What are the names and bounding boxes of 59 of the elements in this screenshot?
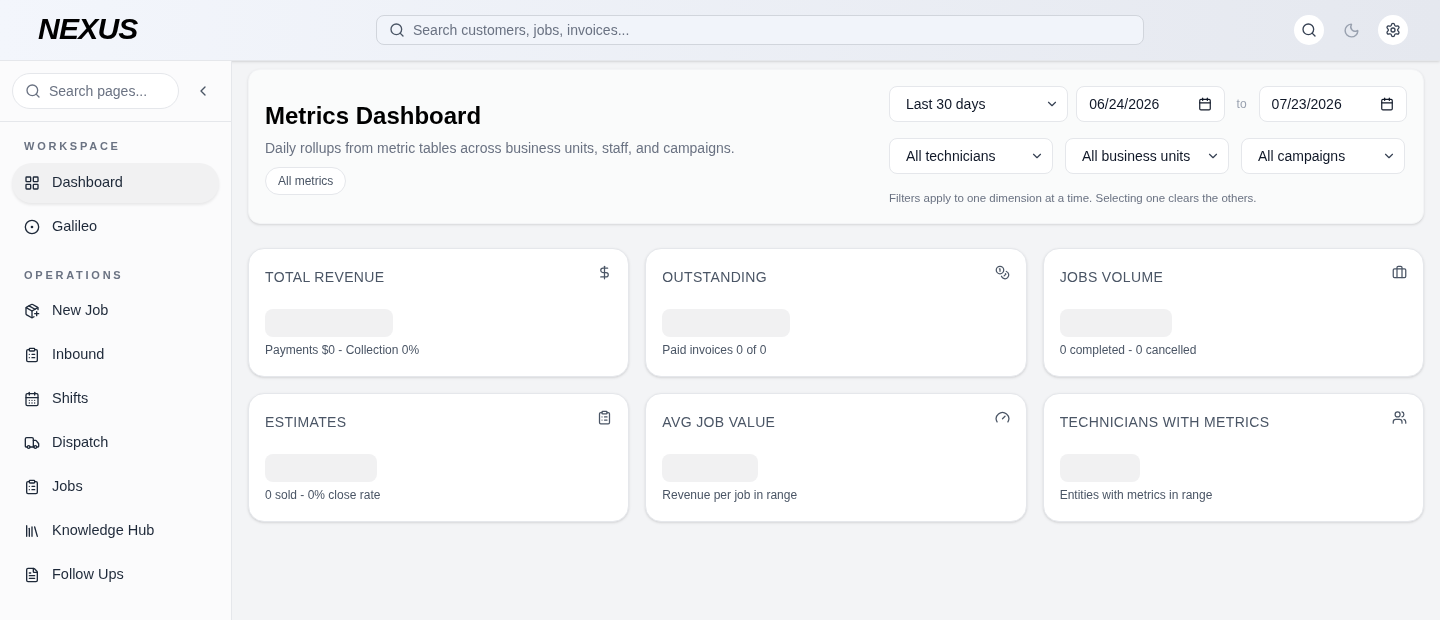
briefcase-icon bbox=[1392, 265, 1407, 281]
section-heading: WORKSPACE bbox=[23, 139, 122, 154]
sidebar-item[interactable]: Inbound bbox=[12, 335, 219, 375]
books-icon bbox=[24, 523, 40, 539]
clipboard-icon bbox=[597, 410, 613, 426]
search-button[interactable] bbox=[1294, 15, 1324, 45]
dropdown[interactable]: Last 30 days bbox=[889, 86, 1069, 122]
metric-caption: Revenue per job in range bbox=[662, 487, 799, 505]
dropdown[interactable]: All campaigns bbox=[1241, 138, 1405, 174]
section-heading: OPERATIONS bbox=[23, 267, 125, 283]
users-icon bbox=[1392, 410, 1407, 426]
moon-icon bbox=[1342, 21, 1360, 39]
search-icon bbox=[1301, 22, 1317, 38]
coins-icon bbox=[994, 265, 1010, 281]
document-icon bbox=[24, 567, 40, 583]
search-icon bbox=[389, 22, 405, 38]
filter-chip[interactable]: All metrics bbox=[265, 167, 347, 196]
settings-icon bbox=[1385, 22, 1401, 38]
sidebar-item[interactable]: Knowledge Hub bbox=[12, 511, 219, 551]
settings-button[interactable] bbox=[1378, 15, 1408, 45]
search-field[interactable]: Search customers, jobs, invoices... bbox=[376, 15, 1144, 45]
target-icon bbox=[24, 218, 40, 235]
metric-title: ESTIMATES bbox=[265, 413, 347, 433]
metric-title: AVG JOB VALUE bbox=[662, 413, 776, 433]
calendar-icon bbox=[1380, 97, 1394, 111]
metric-title: TECHNICIANS WITH METRICS bbox=[1059, 413, 1270, 433]
clipboard-icon bbox=[24, 347, 40, 363]
metric-caption: Entities with metrics in range bbox=[1059, 487, 1214, 505]
package-icon bbox=[24, 303, 40, 319]
sidebar-item[interactable]: Dashboard bbox=[12, 162, 219, 203]
date-field[interactable]: 07/23/2026 bbox=[1258, 86, 1407, 122]
sidebar-item[interactable]: New Job bbox=[12, 291, 219, 331]
date-field[interactable]: 06/24/2026 bbox=[1076, 86, 1225, 122]
grid-icon bbox=[24, 174, 40, 191]
sidebar-item[interactable]: Dispatch bbox=[12, 423, 219, 463]
metric-title: TOTAL REVENUE bbox=[265, 268, 385, 288]
dropdown[interactable]: All business units bbox=[1065, 138, 1229, 174]
page-title: Metrics Dashboard bbox=[265, 101, 483, 132]
sidebar-item[interactable]: Follow Ups bbox=[12, 555, 219, 595]
metric-caption: Paid invoices 0 of 0 bbox=[662, 342, 768, 360]
calendar-icon bbox=[1197, 97, 1212, 111]
sidebar-item[interactable]: Jobs bbox=[12, 467, 219, 507]
metric-title: OUTSTANDING bbox=[662, 268, 768, 288]
metric-caption: 0 completed - 0 cancelled bbox=[1059, 342, 1198, 360]
range-separator: to bbox=[1235, 96, 1248, 113]
clipboard-icon bbox=[24, 479, 40, 495]
logo[interactable]: NEXUS bbox=[38, 12, 138, 45]
search-icon bbox=[25, 83, 41, 99]
truck-icon bbox=[24, 435, 40, 451]
metric-caption: Payments $0 - Collection 0% bbox=[265, 342, 421, 360]
calendar-icon bbox=[24, 391, 40, 407]
filter-note: Filters apply to one dimension at a time. Selecting one clears the others. bbox=[889, 191, 1258, 206]
dropdown[interactable]: All technicians bbox=[889, 138, 1053, 174]
sidebar-item[interactable]: Galileo bbox=[12, 206, 219, 247]
metric-title: JOBS VOLUME bbox=[1059, 268, 1164, 288]
page-subtitle: Daily rollups from metric tables across business units, staff, and campaigns. bbox=[265, 139, 735, 159]
metric-caption: 0 sold - 0% close rate bbox=[265, 487, 382, 505]
search-field[interactable]: Search pages... bbox=[12, 73, 179, 109]
sidebar-item[interactable]: Shifts bbox=[12, 379, 219, 419]
